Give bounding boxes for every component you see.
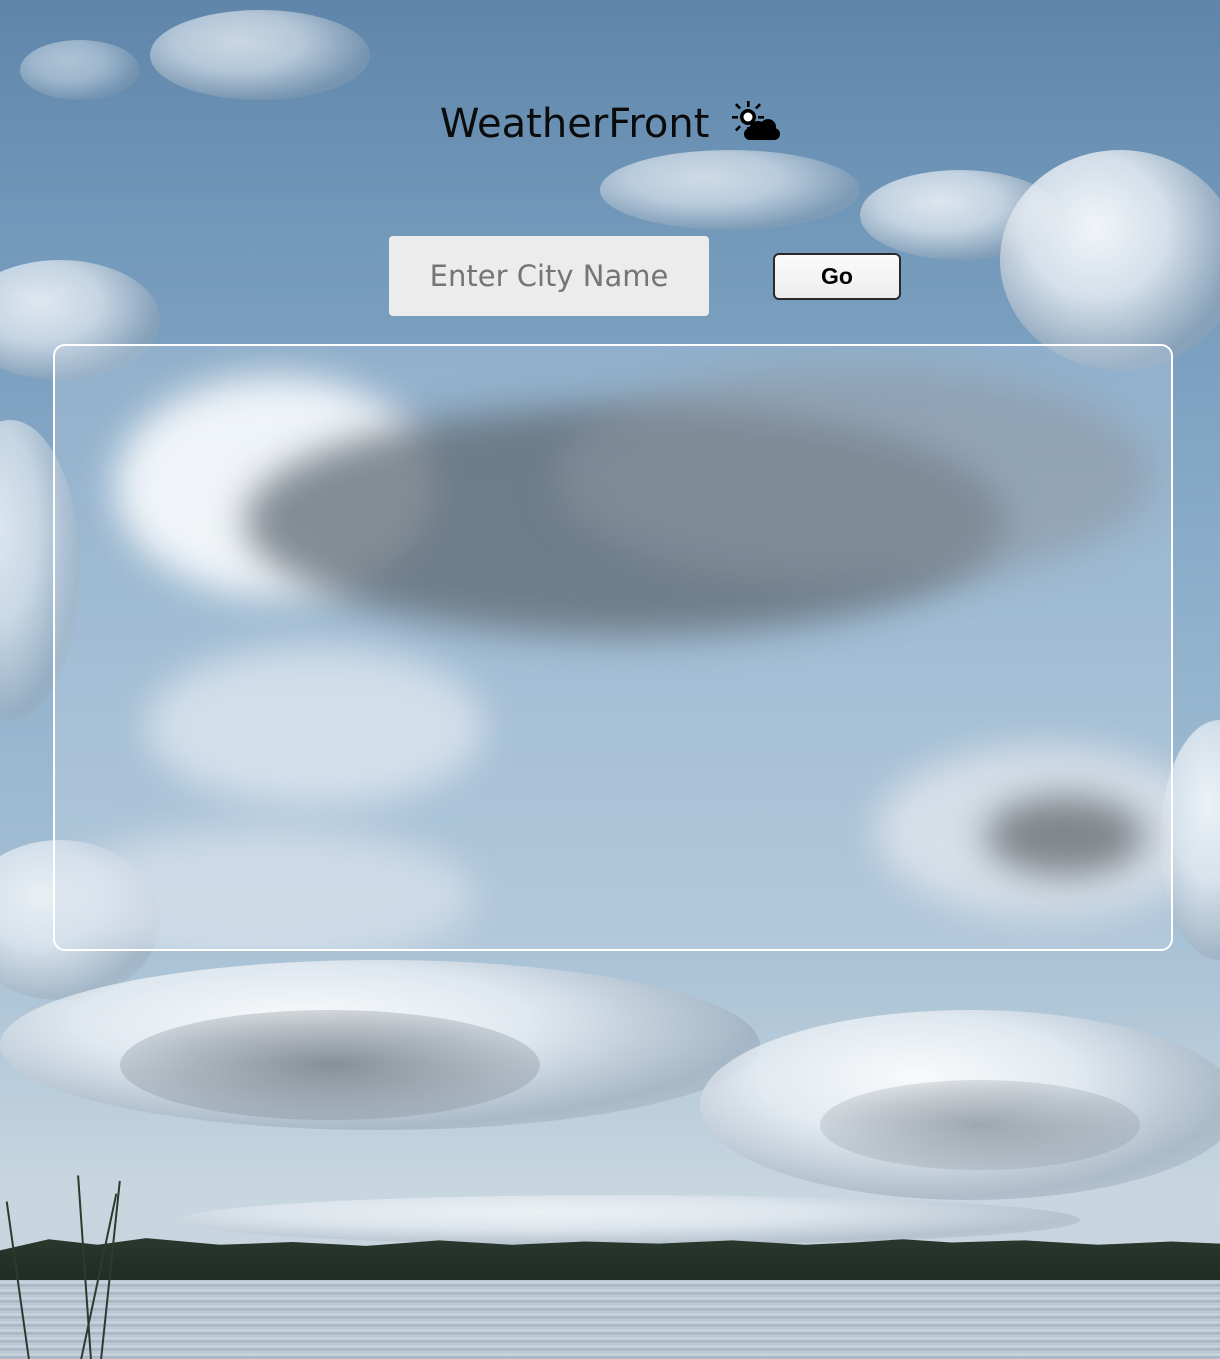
lake-water [0, 1280, 1220, 1359]
app-header: WeatherFront [0, 98, 1220, 150]
sun-behind-cloud-icon [730, 100, 781, 144]
city-search-input[interactable] [389, 236, 709, 316]
go-button[interactable]: Go [773, 253, 901, 300]
app-title: WeatherFront [439, 101, 710, 147]
weather-result-panel [53, 344, 1173, 951]
